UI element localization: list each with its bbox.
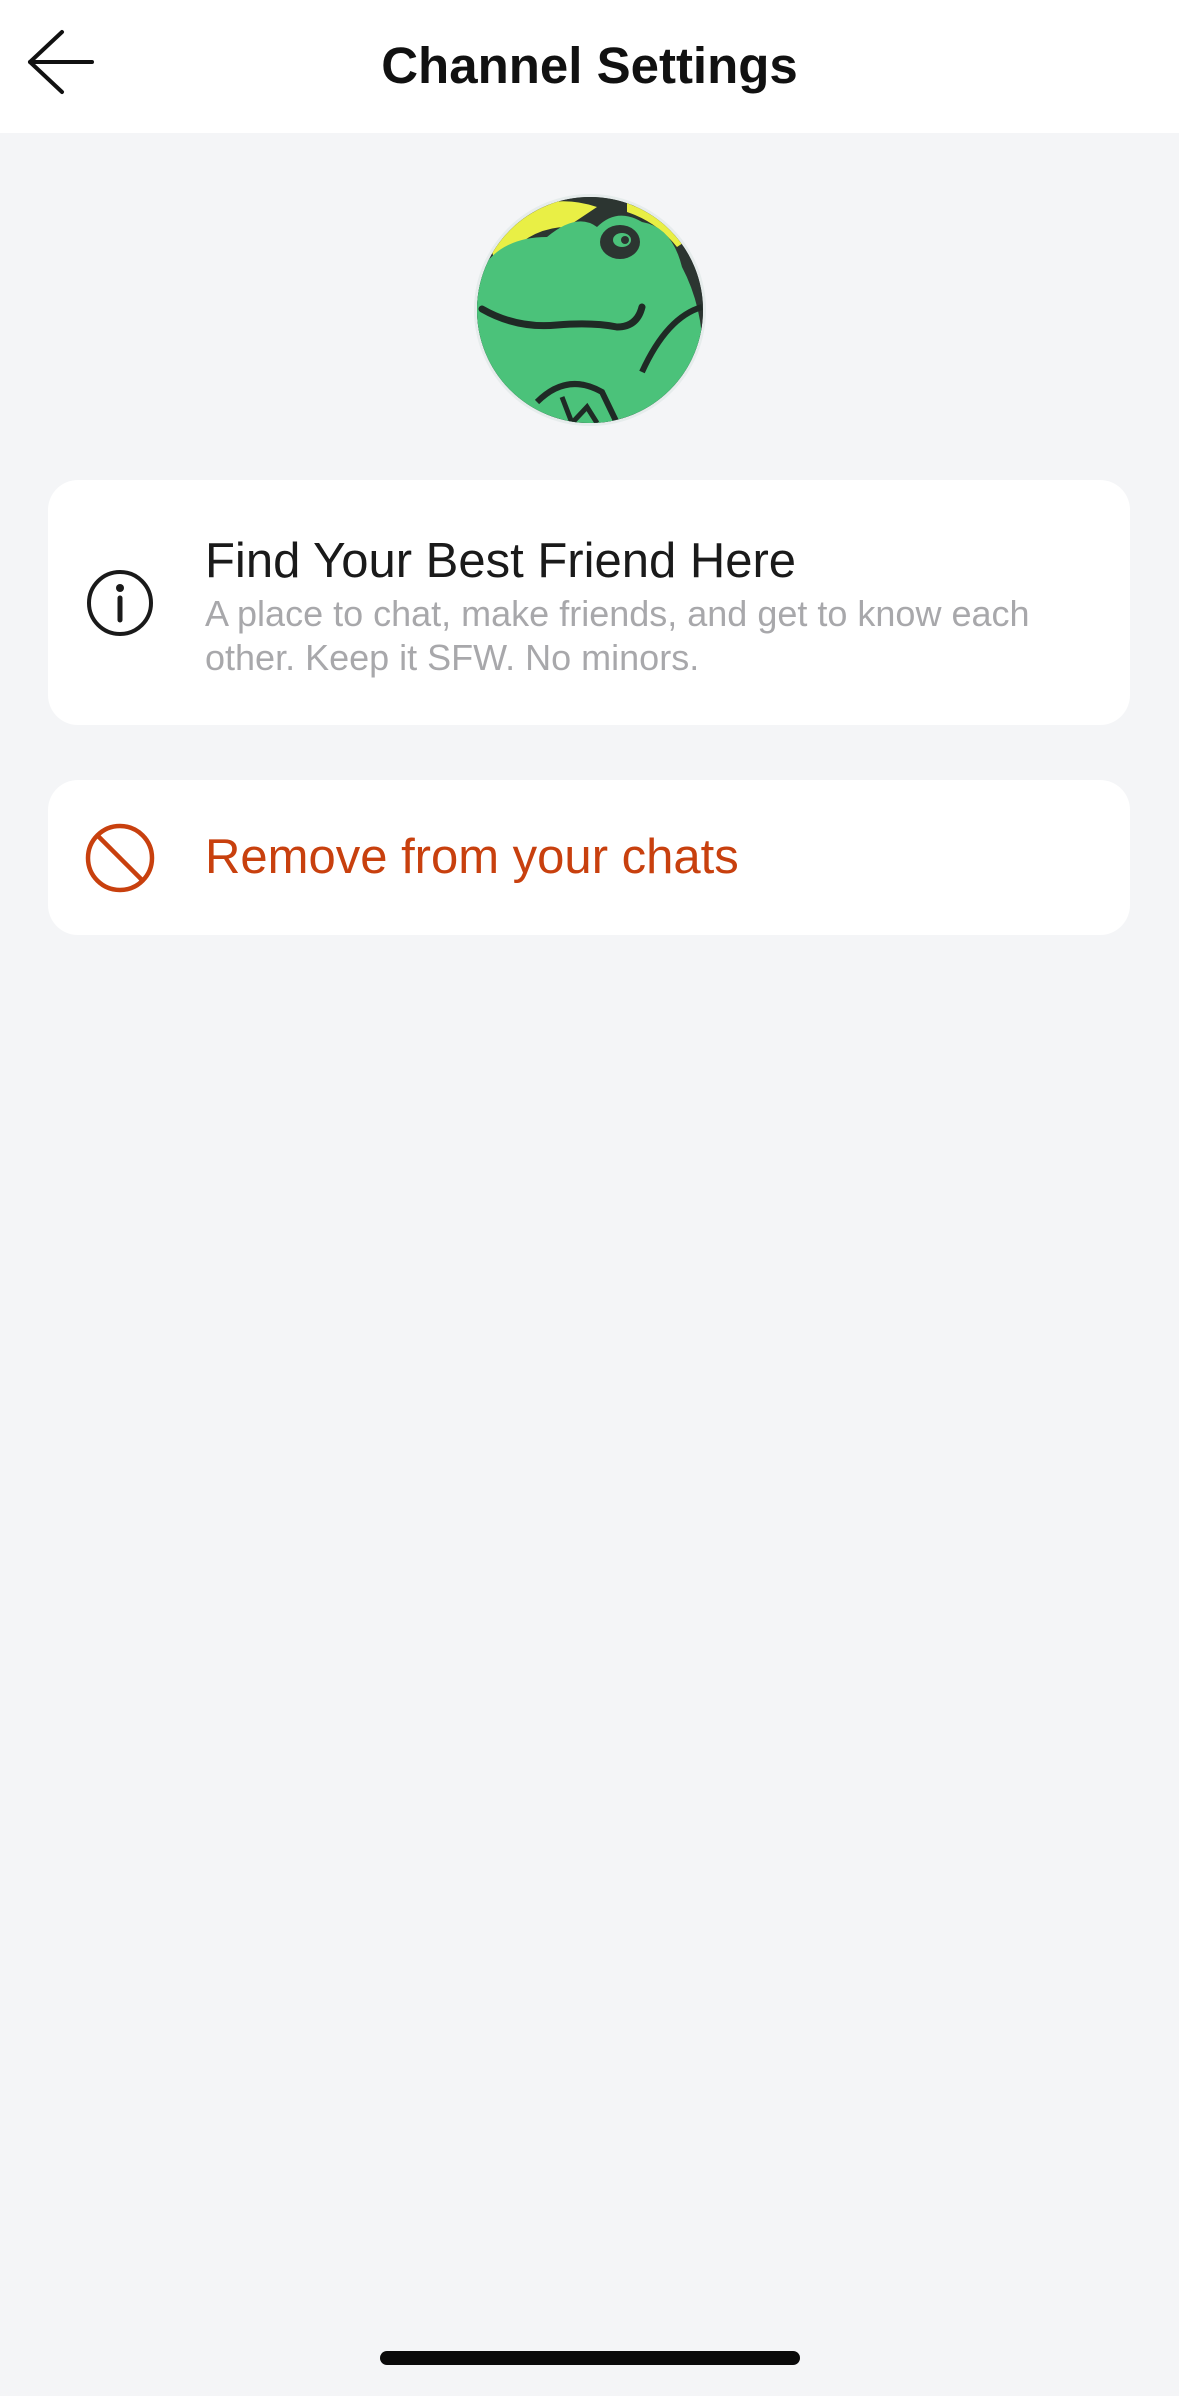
prohibited-icon bbox=[85, 823, 155, 893]
home-indicator[interactable] bbox=[380, 2351, 800, 2365]
remove-label: Remove from your chats bbox=[205, 830, 739, 884]
channel-description: A place to chat, make friends, and get t… bbox=[205, 593, 1030, 678]
remove-from-chats-button[interactable]: Remove from your chats bbox=[48, 780, 1130, 935]
channel-name: Find Your Best Friend Here bbox=[205, 534, 797, 588]
channel-avatar bbox=[474, 194, 706, 426]
page-title: Channel Settings bbox=[381, 37, 798, 94]
frog-avatar-image bbox=[477, 197, 703, 423]
channel-info-card: Find Your Best Friend Here A place to ch… bbox=[48, 480, 1130, 725]
info-icon bbox=[87, 570, 153, 636]
top-bar: Channel Settings bbox=[0, 0, 1179, 133]
